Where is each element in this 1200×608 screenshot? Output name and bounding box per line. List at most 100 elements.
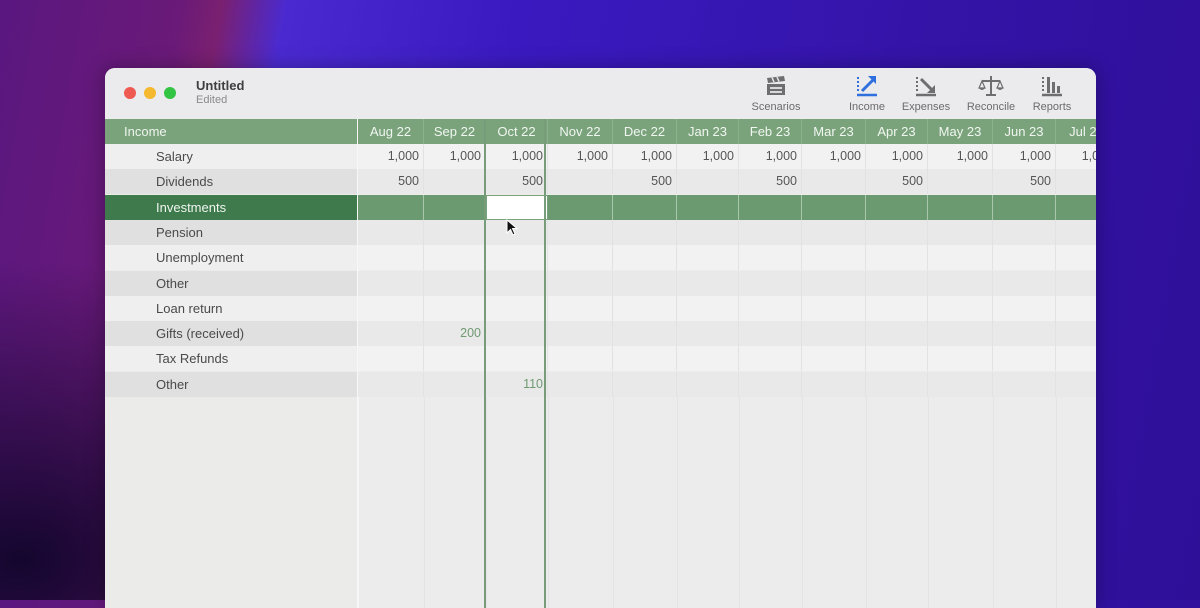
value-cell[interactable] [739,321,802,346]
value-cell[interactable] [866,321,928,346]
value-cell[interactable] [677,372,739,397]
value-cell[interactable] [928,346,993,371]
month-header[interactable]: Sep 22 [424,119,486,144]
value-cell[interactable]: 500 [866,169,928,194]
value-cell[interactable] [866,346,928,371]
value-cell[interactable]: 1,000 [424,144,486,169]
value-cell[interactable] [866,372,928,397]
value-cell[interactable] [613,372,677,397]
value-cell[interactable] [866,195,928,220]
toolbar-reconcile-button[interactable]: Reconcile [963,74,1019,113]
value-cell[interactable] [1056,372,1096,397]
value-cell[interactable] [424,271,486,296]
toolbar-scenarios-button[interactable]: Scenarios [748,74,804,113]
value-cell[interactable]: 1,000 [928,144,993,169]
value-cell[interactable] [802,372,866,397]
value-cell[interactable] [739,296,802,321]
month-header[interactable]: Aug 22 [358,119,424,144]
value-cell[interactable] [739,220,802,245]
category-cell[interactable]: Pension [105,220,357,245]
value-cell[interactable] [424,346,486,371]
value-cell[interactable] [613,245,677,270]
value-cell[interactable] [802,296,866,321]
value-cell[interactable] [866,296,928,321]
value-cell[interactable] [1056,271,1096,296]
month-header[interactable]: Jun 23 [993,119,1056,144]
value-cell[interactable] [358,245,424,270]
value-cell[interactable]: 200 [424,321,486,346]
value-cell[interactable] [993,220,1056,245]
value-cell[interactable] [739,346,802,371]
value-cell[interactable] [928,195,993,220]
value-cell[interactable] [358,296,424,321]
value-cell[interactable] [993,271,1056,296]
value-cell[interactable] [613,195,677,220]
value-cell[interactable] [1056,245,1096,270]
value-cell[interactable] [548,296,613,321]
value-cell[interactable] [548,372,613,397]
value-cell[interactable] [486,346,548,371]
month-header[interactable]: Feb 23 [739,119,802,144]
value-cell[interactable] [739,195,802,220]
value-cell[interactable] [677,169,739,194]
value-cell[interactable] [613,296,677,321]
value-cell[interactable] [358,195,424,220]
category-cell[interactable]: Salary [105,144,357,169]
value-cell[interactable]: 1,000 [613,144,677,169]
month-header[interactable]: Nov 22 [548,119,613,144]
value-cell[interactable] [928,372,993,397]
value-cell[interactable]: 500 [613,169,677,194]
value-cell[interactable] [1056,321,1096,346]
value-cell[interactable]: 1,000 [1056,144,1096,169]
value-cell[interactable] [866,271,928,296]
value-cell[interactable] [928,169,993,194]
value-cell[interactable] [1056,296,1096,321]
value-cell[interactable]: 1,000 [548,144,613,169]
value-cell[interactable] [613,220,677,245]
month-header[interactable]: Dec 22 [613,119,677,144]
value-cell[interactable] [358,372,424,397]
value-cell[interactable] [802,220,866,245]
toolbar-income-button[interactable]: Income [845,74,889,113]
value-cell[interactable] [993,346,1056,371]
month-header[interactable]: Jul 23 [1056,119,1096,144]
value-cell[interactable]: 500 [993,169,1056,194]
value-cell[interactable] [866,220,928,245]
value-cell[interactable] [802,321,866,346]
value-cell[interactable] [424,296,486,321]
value-cell[interactable] [739,245,802,270]
category-cell[interactable]: Dividends [105,169,357,194]
value-cell[interactable] [358,346,424,371]
close-window-button[interactable] [124,87,136,99]
value-cell[interactable] [677,245,739,270]
value-cell[interactable] [548,346,613,371]
section-header-income[interactable]: Income [105,119,357,144]
value-cell[interactable]: 110 [486,372,548,397]
value-cell[interactable]: 1,000 [802,144,866,169]
value-cell[interactable] [486,271,548,296]
value-cell[interactable] [424,245,486,270]
value-cell[interactable] [677,220,739,245]
value-cell[interactable] [486,245,548,270]
value-cell[interactable] [677,195,739,220]
value-cell[interactable] [548,245,613,270]
value-cell[interactable] [928,296,993,321]
value-cell[interactable] [486,296,548,321]
value-cell[interactable]: 1,000 [486,144,548,169]
category-cell[interactable]: Tax Refunds [105,346,357,371]
value-cell[interactable] [677,296,739,321]
month-header[interactable]: Oct 22 [486,119,548,144]
value-cell[interactable] [486,321,548,346]
editing-value-cell[interactable] [486,195,548,220]
value-cell[interactable] [548,271,613,296]
month-header[interactable]: Mar 23 [802,119,866,144]
value-cell[interactable] [802,245,866,270]
value-cell[interactable] [928,321,993,346]
value-cell[interactable] [802,271,866,296]
value-cell[interactable]: 1,000 [739,144,802,169]
value-cell[interactable] [1056,220,1096,245]
value-cell[interactable] [677,346,739,371]
value-cell[interactable] [677,321,739,346]
value-cell[interactable] [802,346,866,371]
value-cell[interactable] [993,321,1056,346]
